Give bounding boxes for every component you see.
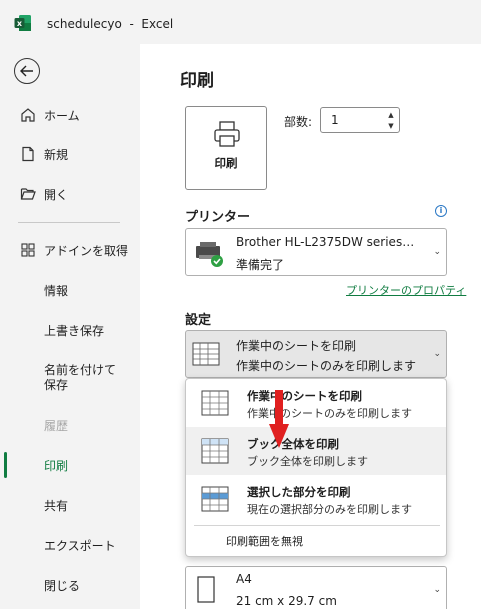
paper-page-icon	[197, 576, 215, 603]
sidebar-item-label: 上書き保存	[44, 323, 105, 338]
sidebar-item-label: 新規	[44, 147, 69, 162]
sidebar-item-new[interactable]: 新規	[0, 136, 140, 172]
print-scope-dropdown[interactable]: 作業中のシートを印刷 作業中のシートのみを印刷します ⌄	[185, 330, 447, 378]
printer-heading: プリンター	[185, 210, 251, 225]
printer-properties-link[interactable]: プリンターのプロパティ	[346, 282, 466, 298]
sidebar-item-label: 履歴	[44, 418, 69, 433]
ignore-print-area-option[interactable]: 印刷範囲を無視	[226, 533, 303, 549]
back-arrow-icon	[20, 65, 33, 77]
chevron-down-icon: ⌄	[433, 247, 441, 257]
menu-item-title: 選択した部分を印刷	[247, 485, 351, 499]
new-document-icon	[22, 146, 34, 162]
sidebar-item-print[interactable]: 印刷	[0, 447, 140, 483]
copies-value: 1	[331, 113, 339, 127]
print-scope-title: 作業中のシートを印刷	[236, 339, 357, 353]
chevron-down-icon: ⌄	[433, 585, 441, 595]
printer-icon	[214, 121, 240, 147]
menu-item-title: ブック全体を印刷	[247, 437, 339, 451]
settings-heading: 設定	[185, 313, 212, 328]
chevron-down-icon[interactable]: ▼	[386, 121, 396, 131]
sidebar-item-label: 閉じる	[44, 578, 81, 593]
printer-name: Brother HL-L2375DW series…	[236, 235, 415, 249]
sidebar-item-label: 共有	[44, 498, 69, 513]
sidebar-item-get-addins[interactable]: アドインを取得	[0, 232, 140, 268]
printer-dropdown[interactable]: Brother HL-L2375DW series… 準備完了 ⌄	[185, 228, 447, 276]
copies-stepper[interactable]: 1 ▲ ▼	[320, 107, 400, 133]
workbook-icon	[201, 438, 229, 464]
sidebar-item-save[interactable]: 上書き保存	[0, 312, 140, 348]
sidebar-item-save-as[interactable]: 名前を付けて保存	[0, 358, 140, 398]
active-sheet-icon	[201, 390, 229, 416]
info-icon[interactable]: i	[435, 205, 447, 217]
selection-icon	[201, 486, 229, 512]
sidebar-item-share[interactable]: 共有	[0, 487, 140, 523]
paper-size: A4	[236, 572, 252, 586]
sidebar-divider	[18, 222, 120, 223]
backstage-sidebar: ホーム 新規 開く アドインを取得 情報 上書き保存 名前を付けて保存 履歴 印…	[0, 44, 140, 609]
menu-item-desc: 現在の選択部分のみを印刷します	[247, 503, 412, 516]
menu-item-title: 作業中のシートを印刷	[247, 389, 362, 403]
sidebar-item-label: ホーム	[44, 108, 80, 123]
active-indicator	[4, 452, 7, 478]
print-button[interactable]: 印刷	[185, 106, 267, 190]
folder-open-icon	[20, 188, 36, 200]
sidebar-item-label: 印刷	[44, 458, 69, 473]
printer-status: 準備完了	[236, 258, 285, 272]
menu-item-selection[interactable]: 選択した部分を印刷 現在の選択部分のみを印刷します	[186, 475, 446, 523]
grid-addin-icon	[21, 243, 35, 257]
sheet-grid-icon	[192, 342, 220, 366]
window-title: schedulecyo - Excel	[47, 17, 174, 31]
sidebar-item-close[interactable]: 閉じる	[0, 567, 140, 603]
print-scope-desc: 作業中のシートのみを印刷します	[236, 359, 417, 373]
back-button[interactable]	[14, 58, 40, 84]
excel-logo-icon: x	[14, 15, 31, 31]
svg-text:x: x	[17, 19, 23, 28]
sidebar-item-open[interactable]: 開く	[0, 176, 140, 212]
home-icon	[21, 108, 35, 122]
paper-size-dropdown[interactable]: A4 21 cm x 29.7 cm ⌄	[185, 566, 447, 609]
chevron-down-icon: ⌄	[433, 349, 441, 359]
sidebar-item-label: アドインを取得	[44, 243, 129, 258]
sidebar-item-export[interactable]: エクスポート	[0, 527, 140, 563]
sidebar-item-label: 名前を付けて保存	[44, 363, 117, 392]
red-arrow-annotation-icon	[269, 390, 289, 448]
sidebar-item-label: 情報	[44, 283, 69, 298]
sidebar-item-info[interactable]: 情報	[0, 272, 140, 308]
printer-device-icon	[196, 242, 223, 267]
menu-item-desc: ブック全体を印刷します	[247, 455, 368, 468]
menu-divider	[194, 525, 440, 526]
page-title: 印刷	[180, 71, 214, 91]
sidebar-item-label: エクスポート	[44, 538, 116, 553]
menu-item-entire-workbook[interactable]: ブック全体を印刷 ブック全体を印刷します	[186, 427, 446, 475]
print-button-label: 印刷	[214, 156, 238, 170]
paper-dimensions: 21 cm x 29.7 cm	[236, 594, 337, 608]
sidebar-item-label: 開く	[44, 187, 69, 202]
print-scope-menu: 作業中のシートを印刷 作業中のシートのみを印刷します ブック全体を印刷 ブック全…	[185, 378, 447, 557]
sidebar-item-home[interactable]: ホーム	[0, 97, 140, 133]
menu-item-active-sheets[interactable]: 作業中のシートを印刷 作業中のシートのみを印刷します	[186, 379, 446, 427]
copies-label: 部数:	[284, 115, 313, 129]
title-bar: x schedulecyo - Excel	[0, 0, 481, 44]
sidebar-item-history: 履歴	[0, 407, 140, 443]
chevron-up-icon[interactable]: ▲	[386, 110, 396, 120]
